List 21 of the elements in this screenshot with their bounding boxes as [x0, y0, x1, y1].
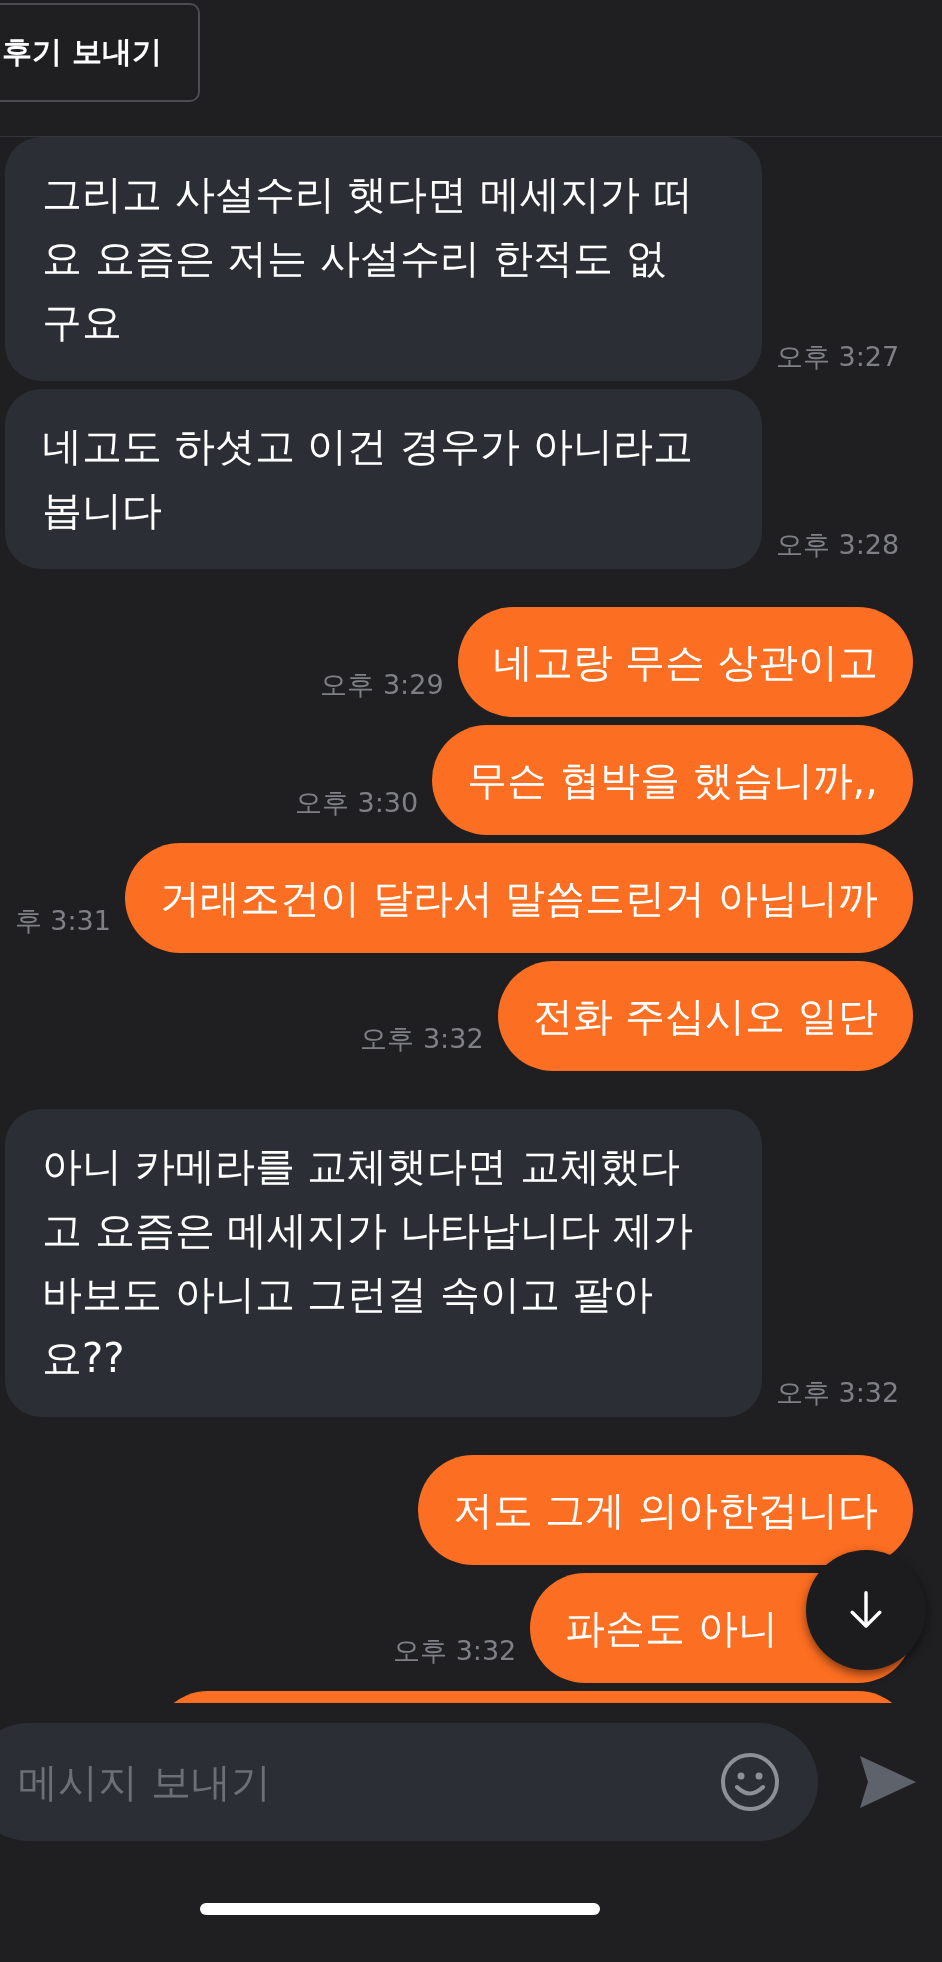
message-bubble: 그리고 사설수리 햇다면 메세지가 떠요 요즘은 저는 사설수리 한적도 없구요 [5, 137, 762, 381]
scroll-down-button[interactable] [806, 1550, 926, 1670]
message-field[interactable]: 메시지 보내기 [0, 1723, 818, 1841]
message-time: 오후 3:32 [360, 1022, 484, 1056]
message-bubble: 네고랑 무슨 상관이고 [457, 607, 913, 717]
message-time: 후 3:31 [14, 904, 111, 938]
message-time: 오후 3:28 [776, 528, 900, 562]
message-time: 오후 3:30 [294, 786, 419, 820]
message-bubble: 저도 그게 의아한겁니다 [417, 1455, 913, 1565]
review-button[interactable]: 후기 보내기 [0, 3, 200, 102]
message-bubble: 거래조건이 달라서 말씀드린거 아닙니까 [124, 843, 913, 953]
message-input-field[interactable]: 메시지 보내기 [18, 1759, 720, 1805]
message-time: 오후 3:27 [776, 340, 900, 374]
message-time: 오후 3:32 [393, 1634, 517, 1668]
message-time: 오후 3:29 [320, 668, 444, 702]
message-bubble: 네고도 하셧고 이건 경우가 아니라고 봅니다 [5, 389, 762, 569]
message-bubble: 전화 주십시오 일단 [497, 961, 913, 1071]
message-bubble: 아니 카메라를 교체햇다면 교체했다고 요즘은 메세지가 나타납니다 제가 바보도 아니고 그런걸 속이고 팔아요?? [5, 1109, 762, 1417]
emoji-icon[interactable] [720, 1752, 780, 1812]
message-bubble: 무슨 협박을 했습니까,, [432, 725, 913, 835]
message-time: 오후 3:32 [776, 1376, 900, 1410]
